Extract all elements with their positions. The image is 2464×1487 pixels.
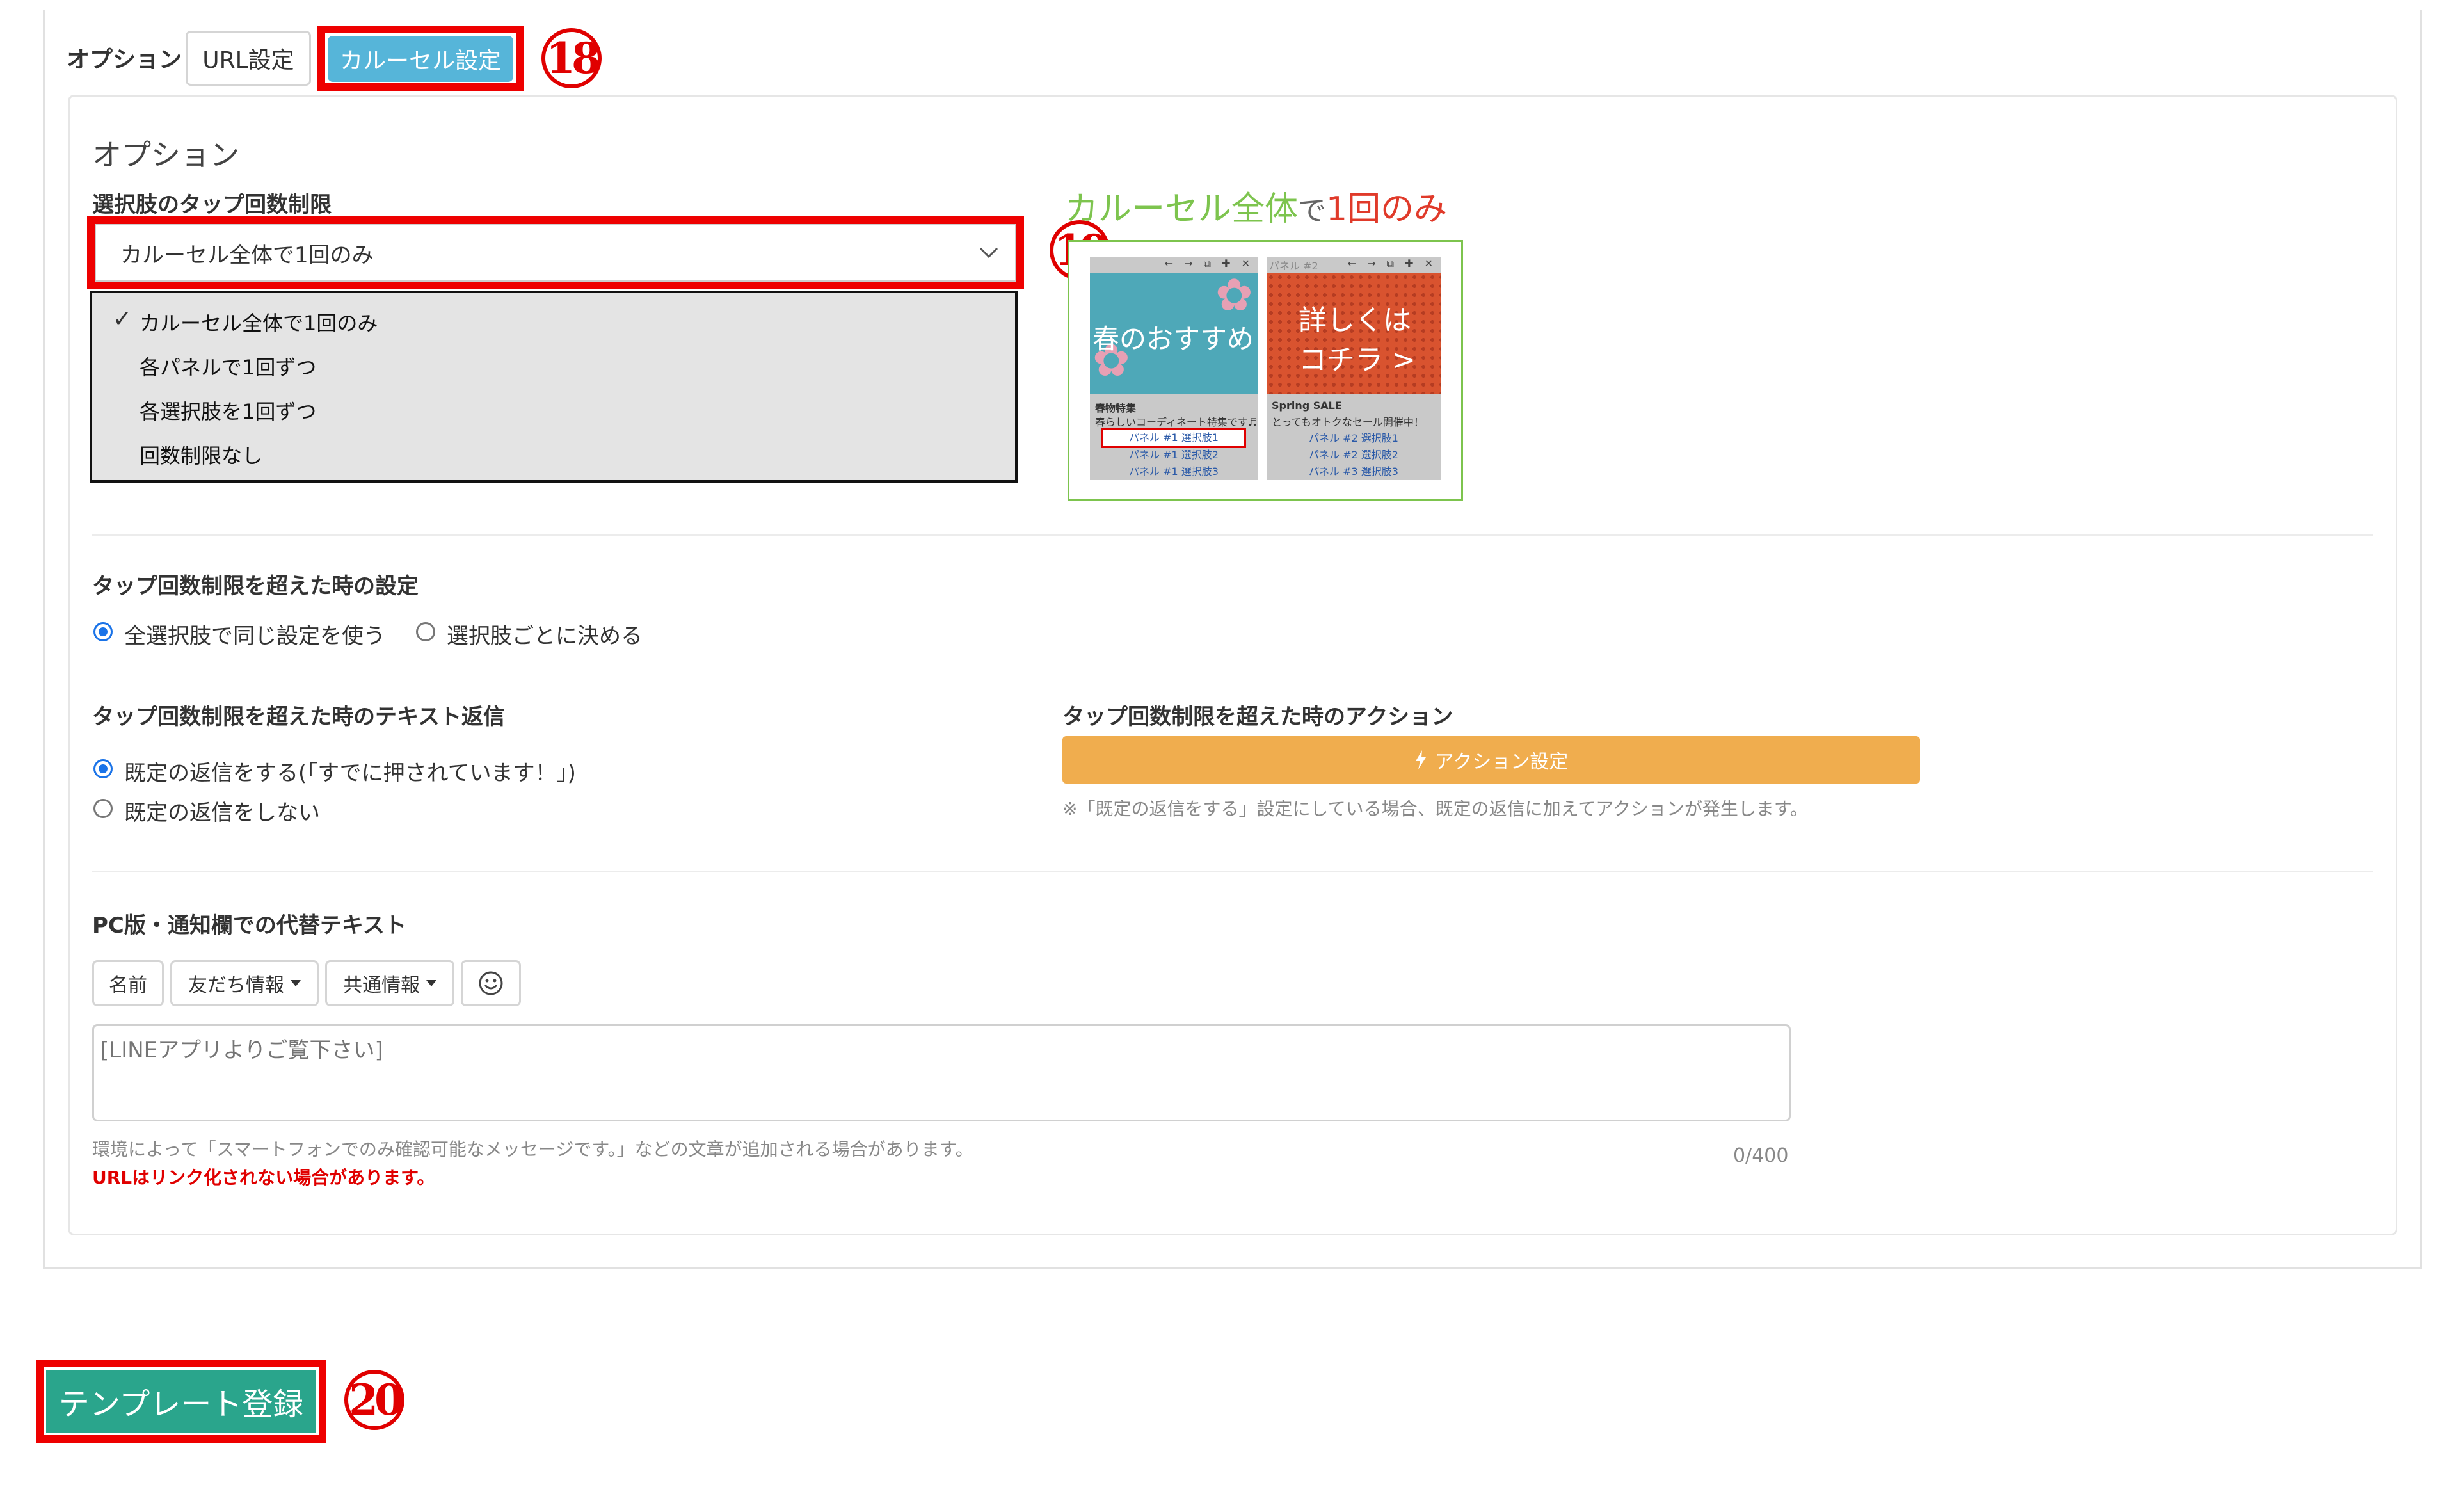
preview-panel-2-image-text-2: コチラ >	[1299, 344, 1416, 376]
section-divider	[92, 871, 2373, 872]
alt-text-help: 環境によって「スマートフォンでのみ確認可能なメッセージです。」などの文章が追加さ…	[92, 1139, 973, 1160]
radio-label-default-reply: 既定の返信をする(「すでに押されています！」)	[124, 760, 576, 786]
friend-info-dropdown[interactable]: 友だち情報	[170, 960, 319, 1006]
radio-same-setting-all[interactable]	[93, 622, 113, 641]
radio-no-default-reply[interactable]	[93, 799, 113, 818]
preview-panel-1-image-text: 春のおすすめ	[1092, 323, 1254, 355]
preview-panel-2-header: パネル #2	[1269, 260, 1318, 272]
preview-panel-2-choice: パネル #3 選択肢3	[1309, 465, 1398, 478]
dropdown-option-each-choice[interactable]: 各選択肢を1回ずつ	[140, 396, 316, 425]
smiley-icon	[479, 971, 503, 995]
alt-text-label: PC版・通知欄での代替テキスト	[92, 913, 406, 938]
preview-caption-part3: 1回のみ	[1326, 190, 1448, 229]
check-icon: ✓	[113, 306, 132, 332]
alt-text-input[interactable]	[92, 1024, 1791, 1121]
dropdown-option-each-panel[interactable]: 各パネルで1回ずつ	[140, 351, 316, 381]
options-bar-label: オプション	[67, 47, 182, 73]
preview-panel-toolbar-glyphs: ← → ⧉ ✚ ✕	[1347, 257, 1437, 269]
preview-panel-1-desc: 春らしいコーディネート特集です♬	[1095, 416, 1258, 428]
register-template-button[interactable]: テンプレート登録	[46, 1370, 316, 1433]
action-settings-button[interactable]: アクション設定	[1062, 736, 1920, 784]
exceed-text-label: タップ回数制限を超えた時のテキスト返信	[92, 704, 505, 730]
preview-panel-2-image-text-1: 詳しくは	[1299, 304, 1411, 337]
exceed-setting-label: タップ回数制限を超えた時の設定	[92, 574, 419, 599]
preview-caption-part1: カルーセル全体	[1065, 190, 1299, 229]
preview-panel-1-choice: パネル #1 選択肢1	[1101, 428, 1246, 448]
preview-panel-2: パネル #2 ← → ⧉ ✚ ✕ 詳しくは コチラ > Spring SALE と…	[1267, 257, 1441, 480]
dropdown-option-no-limit[interactable]: 回数制限なし	[140, 440, 262, 469]
preview-panel-toolbar: パネル #2 ← → ⧉ ✚ ✕	[1267, 257, 1441, 273]
flower-icon: ✿	[1215, 269, 1253, 321]
step-marker-18: 18	[541, 28, 602, 88]
radio-per-choice[interactable]	[416, 622, 435, 641]
common-info-label: 共通情報	[343, 974, 420, 997]
tab-carousel-settings[interactable]: カルーセル設定	[328, 36, 513, 82]
radio-label-no-default-reply: 既定の返信をしない	[124, 800, 320, 826]
dropdown-option-carousel-once[interactable]: カルーセル全体で1回のみ	[140, 307, 378, 337]
radio-default-reply[interactable]	[93, 759, 113, 778]
preview-panel-1-title: 春物特集	[1095, 402, 1137, 414]
insert-name-button[interactable]: 名前	[92, 960, 164, 1006]
radio-label-per-choice: 選択肢ごとに決める	[447, 623, 643, 649]
tap-limit-select[interactable]: カルーセル全体で1回のみ	[95, 224, 1016, 282]
preview-panel-2-desc: とってもオトクなセール開催中！	[1272, 416, 1424, 428]
tap-limit-dropdown-list: ✓ カルーセル全体で1回のみ 各パネルで1回ずつ 各選択肢を1回ずつ 回数制限な…	[90, 291, 1018, 483]
section-title: オプション	[92, 138, 239, 172]
alt-text-warning: URLはリンク化されない場合があります。	[92, 1167, 435, 1188]
radio-label-same-setting-all: 全選択肢で同じ設定を使う	[124, 623, 385, 649]
preview-panel-1-image: ✿ ✿ 春のおすすめ	[1090, 269, 1258, 394]
preview-caption: カルーセル全体で1回のみ	[1065, 182, 1447, 230]
friend-info-label: 友だち情報	[188, 974, 284, 997]
lightning-icon	[1415, 750, 1426, 769]
preview-panel-1-choice: パネル #1 選択肢2	[1129, 449, 1219, 461]
preview-panel-1: ← → ⧉ ✚ ✕ ✿ ✿ 春のおすすめ 春物特集 春らしいコーディネート特集で…	[1090, 257, 1258, 480]
preview-panel-2-choice: パネル #2 選択肢1	[1309, 432, 1398, 444]
action-note: ※「既定の返信をする」設定にしている場合、既定の返信に加えてアクションが発生しま…	[1062, 798, 1809, 819]
carousel-preview-image: ← → ⧉ ✚ ✕ ✿ ✿ 春のおすすめ 春物特集 春らしいコーディネート特集で…	[1068, 240, 1463, 501]
emoji-button[interactable]	[461, 960, 521, 1006]
preview-panel-2-choice: パネル #2 選択肢2	[1309, 449, 1398, 461]
preview-caption-part2: で	[1298, 195, 1327, 227]
tab-url-settings[interactable]: URL設定	[186, 31, 311, 86]
preview-panel-1-choice: パネル #1 選択肢3	[1129, 465, 1219, 478]
alt-text-counter: 0/400	[1733, 1145, 1789, 1167]
common-info-dropdown[interactable]: 共通情報	[325, 960, 454, 1006]
preview-panel-2-title: Spring SALE	[1272, 399, 1342, 412]
caret-down-icon	[426, 980, 436, 986]
caret-down-icon	[291, 980, 301, 986]
exceed-action-label: タップ回数制限を超えた時のアクション	[1062, 704, 1453, 730]
step-marker-20: 20	[344, 1370, 404, 1430]
chevron-down-icon	[979, 247, 998, 259]
tap-limit-selected-value: カルーセル全体で1回のみ	[120, 242, 374, 268]
section-divider	[92, 534, 2373, 536]
action-settings-button-label: アクション設定	[1434, 751, 1569, 773]
preview-panel-2-image: 詳しくは コチラ >	[1267, 273, 1441, 394]
tap-limit-label: 選択肢のタップ回数制限	[92, 192, 332, 218]
